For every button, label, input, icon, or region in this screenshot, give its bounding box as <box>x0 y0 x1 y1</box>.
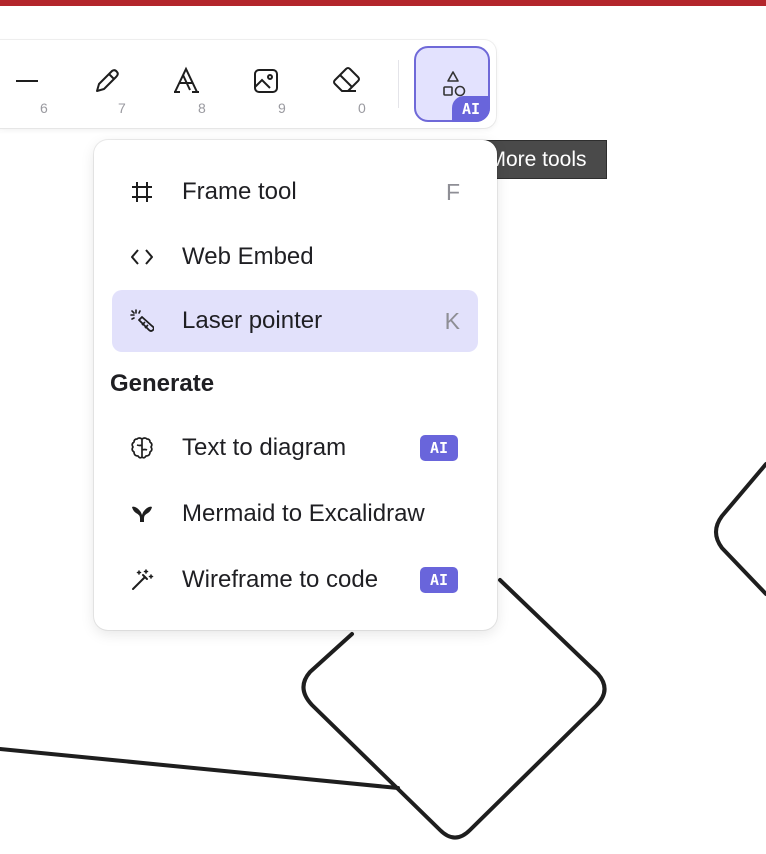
frame-icon <box>132 182 152 202</box>
canvas-line-shape <box>0 747 400 790</box>
menu-item-frame-tool[interactable]: Frame tool F <box>112 161 478 223</box>
menu-item-wireframe-to-code[interactable]: Wireframe to code AI <box>112 549 478 611</box>
brain-icon <box>131 437 153 459</box>
tool-line[interactable]: 6 <box>0 48 60 120</box>
menu-item-label: Text to diagram <box>182 434 347 461</box>
tool-eraser[interactable]: 0 <box>318 48 378 120</box>
shapes-icon <box>443 71 466 97</box>
menu-item-web-embed[interactable]: Web Embed <box>112 226 478 288</box>
magic-wand-icon <box>132 569 154 590</box>
menu-item-laser-pointer[interactable]: Laser pointer K <box>112 290 478 352</box>
ai-badge: AI <box>420 435 458 461</box>
more-tools-menu: Frame tool F Web Embed Laser pointer K G… <box>94 140 497 630</box>
tool-shortcut: 7 <box>118 100 126 116</box>
ai-badge: AI <box>420 567 458 593</box>
tool-shortcut: 8 <box>198 100 206 116</box>
menu-item-label: Web Embed <box>182 243 314 270</box>
menu-item-mermaid-to-excalidraw[interactable]: Mermaid to Excalidraw <box>112 483 478 545</box>
ai-badge: AI <box>452 96 490 122</box>
menu-item-text-to-diagram[interactable]: Text to diagram AI <box>112 417 478 479</box>
menu-item-label: Laser pointer <box>182 307 323 334</box>
menu-item-label: Frame tool <box>182 178 297 205</box>
tool-shortcut: 9 <box>278 100 286 116</box>
text-icon <box>174 66 199 93</box>
menu-item-shortcut: K <box>444 308 460 334</box>
line-icon <box>16 80 38 82</box>
canvas-partial-shape <box>714 462 766 596</box>
menu-item-label: Wireframe to code <box>182 566 379 593</box>
tool-image[interactable]: 9 <box>238 48 298 120</box>
eraser-icon <box>333 67 360 92</box>
menu-item-shortcut: F <box>445 179 460 205</box>
menu-item-label: Mermaid to Excalidraw <box>182 500 425 527</box>
laser-pointer-icon <box>130 309 154 332</box>
tool-text[interactable]: 8 <box>158 48 218 120</box>
tool-shortcut: 6 <box>40 100 48 116</box>
generate-heading: Generate <box>110 370 215 397</box>
image-icon <box>254 69 278 93</box>
code-icon <box>131 249 153 265</box>
tool-shortcut: 0 <box>358 100 366 116</box>
pencil-icon <box>96 69 119 92</box>
toolbar-divider <box>398 60 399 108</box>
tool-pencil[interactable]: 7 <box>78 48 138 120</box>
mermaid-icon <box>132 506 152 522</box>
